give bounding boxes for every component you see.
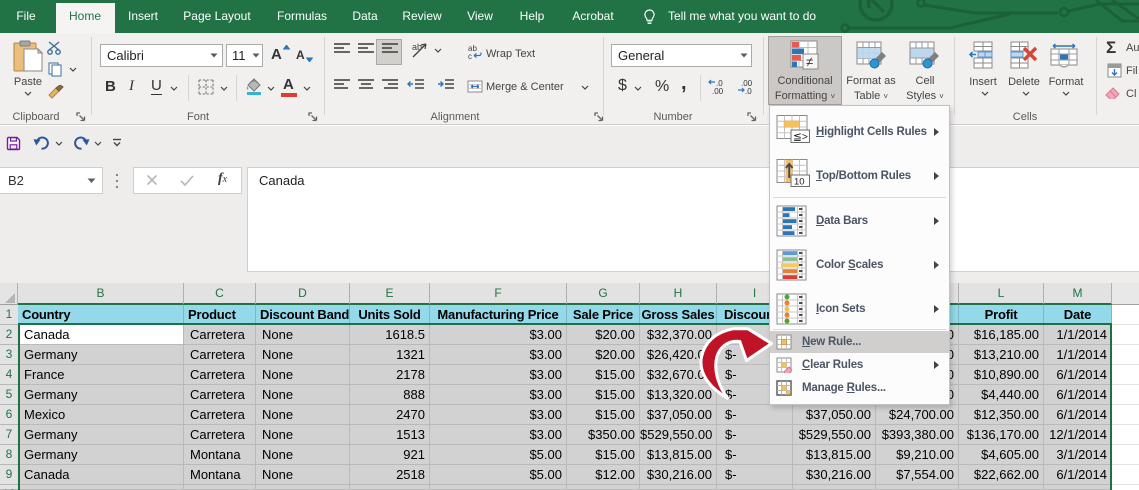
svg-text:.0: .0 bbox=[745, 87, 752, 95]
svg-text:.00: .00 bbox=[712, 87, 724, 95]
svg-text:≠: ≠ bbox=[806, 54, 813, 69]
svg-text:c: c bbox=[468, 52, 472, 59]
svg-text:ab: ab bbox=[412, 42, 422, 52]
